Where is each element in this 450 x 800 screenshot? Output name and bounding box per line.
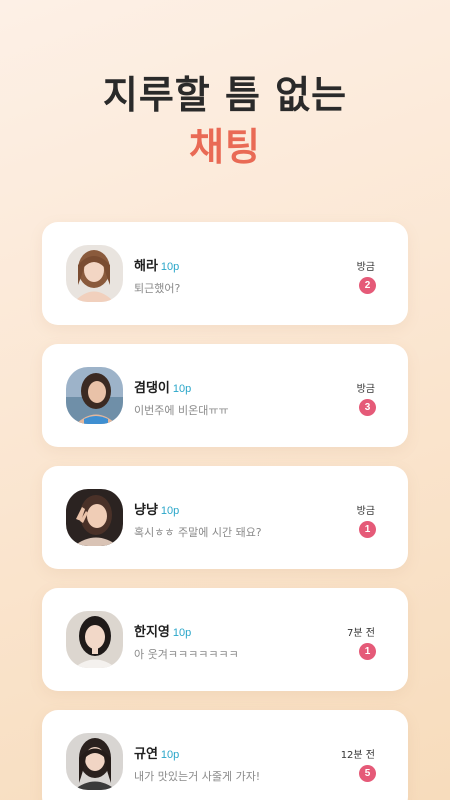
contact-name: 겸댕이	[134, 381, 170, 396]
unread-badge: 1	[359, 521, 376, 538]
avatar	[66, 367, 123, 424]
points-label: 10p	[160, 505, 180, 517]
chat-name-row: 한지영 10p	[134, 621, 191, 640]
message-time: 방금	[356, 262, 375, 273]
chat-item-2[interactable]: 겸댕이 10p 이번주에 비온대ㅠㅠ 방금 3	[42, 344, 408, 447]
chat-item-4[interactable]: 한지영 10p 아 웃겨ㅋㅋㅋㅋㅋㅋㅋ 7분 전 1	[42, 588, 408, 691]
last-message: 내가 맛있는거 사줄게 가자!	[134, 770, 261, 783]
avatar	[66, 611, 123, 668]
unread-badge: 1	[359, 643, 376, 660]
last-message: 아 웃겨ㅋㅋㅋㅋㅋㅋㅋ	[134, 648, 239, 661]
last-message: 퇴근했어?	[134, 282, 181, 295]
chat-item-5[interactable]: 규연 10p 내가 맛있는거 사줄게 가자! 12분 전 5	[42, 710, 408, 800]
unread-badge: 2	[359, 277, 376, 294]
contact-name: 냥냥	[134, 503, 158, 518]
chat-item-3[interactable]: 냥냥 10p 혹시ㅎㅎ 주말에 시간 돼요? 방금 1	[42, 466, 408, 569]
unread-badge: 3	[359, 399, 376, 416]
message-time: 12분 전	[340, 750, 375, 761]
points-label: 10p	[160, 749, 180, 761]
unread-badge: 5	[359, 765, 376, 782]
promo-headline: 지루할 틈 없는 채팅	[0, 72, 450, 170]
chat-name-row: 해라 10p	[134, 255, 179, 274]
points-label: 10p	[172, 627, 192, 639]
contact-name: 한지영	[134, 625, 170, 640]
last-message: 혹시ㅎㅎ 주말에 시간 돼요?	[134, 526, 262, 539]
avatar	[66, 733, 123, 790]
message-time: 방금	[356, 384, 375, 395]
avatar	[66, 489, 123, 546]
last-message: 이번주에 비온대ㅠㅠ	[134, 404, 229, 417]
headline-line-2: 채팅	[189, 125, 261, 169]
chat-name-row: 규연 10p	[134, 743, 179, 762]
chat-name-row: 겸댕이 10p	[134, 377, 191, 396]
contact-name: 해라	[134, 259, 158, 274]
chat-name-row: 냥냥 10p	[134, 499, 179, 518]
message-time: 방금	[356, 506, 375, 517]
headline-line-1: 지루할 틈 없는	[102, 73, 348, 117]
points-label: 10p	[160, 261, 180, 273]
chat-item-1[interactable]: 해라 10p 퇴근했어? 방금 2	[42, 222, 408, 325]
avatar	[66, 245, 123, 302]
message-time: 7분 전	[347, 628, 375, 639]
points-label: 10p	[172, 383, 192, 395]
contact-name: 규연	[134, 747, 158, 762]
